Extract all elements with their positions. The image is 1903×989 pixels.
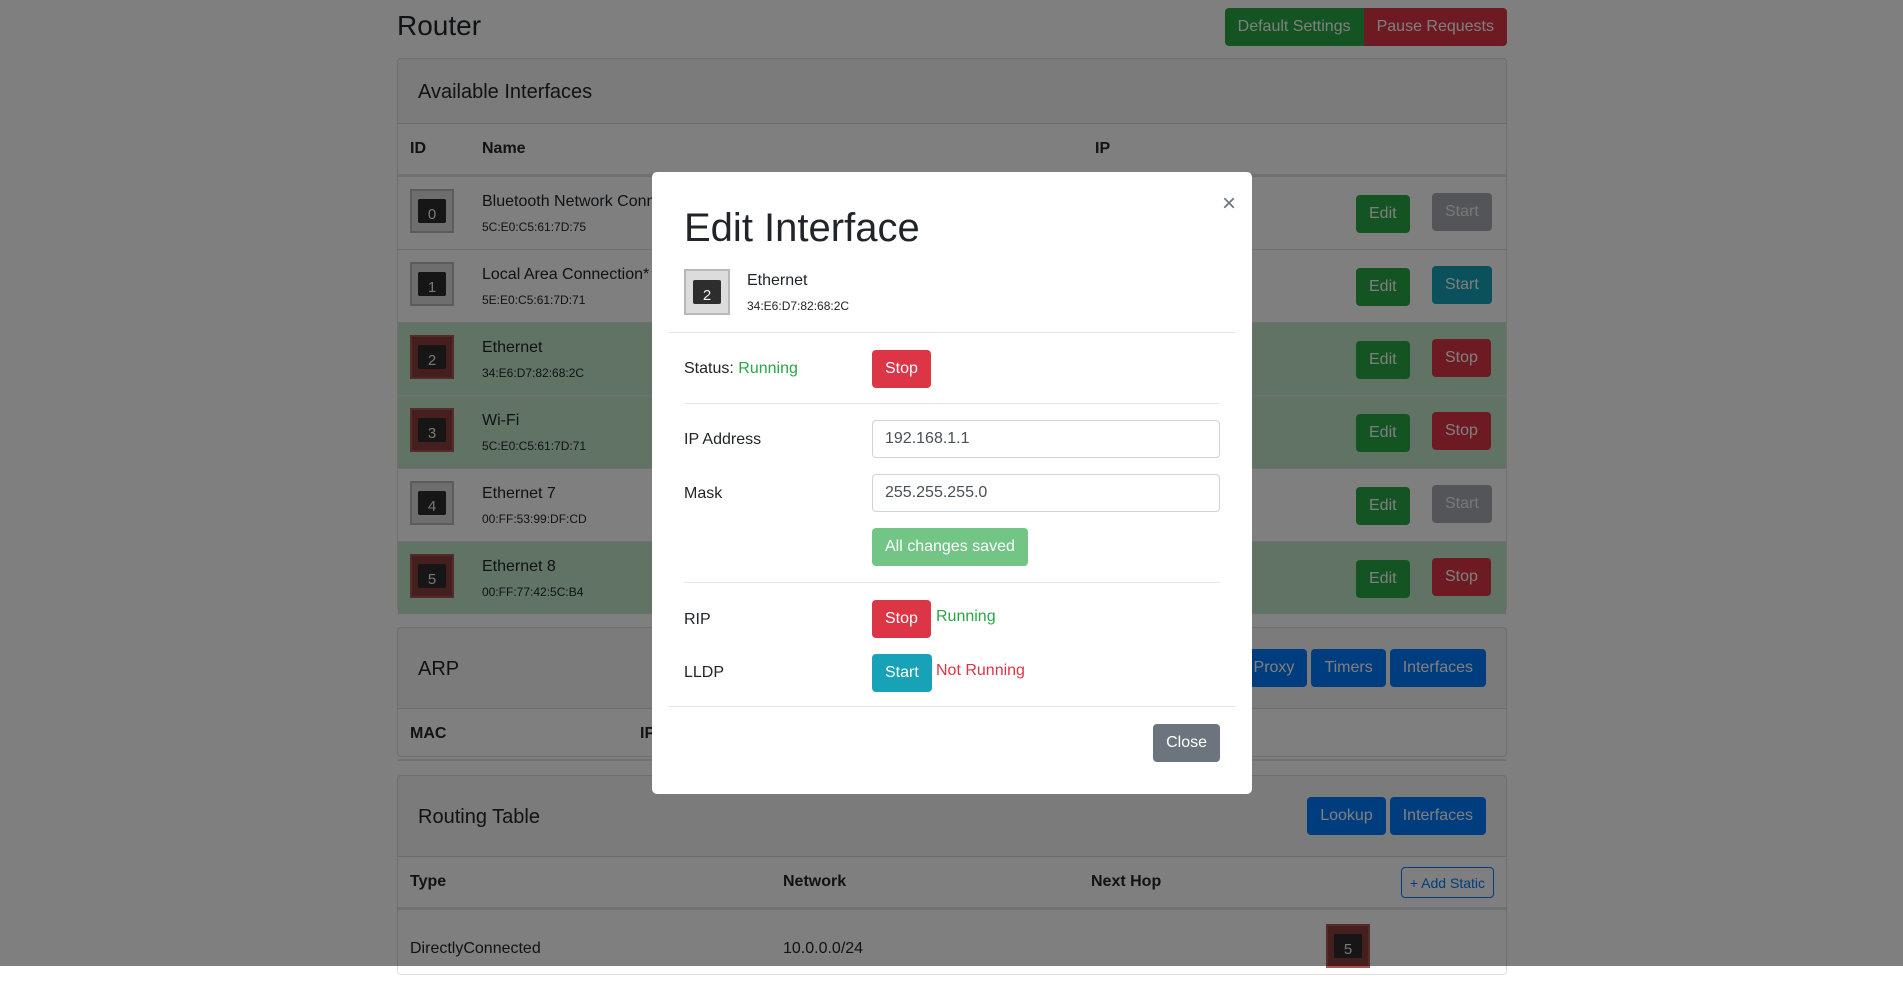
close-button[interactable]: Close bbox=[1153, 724, 1220, 762]
ip-address-input[interactable] bbox=[872, 420, 1220, 458]
all-changes-saved-button[interactable]: All changes saved bbox=[872, 528, 1028, 566]
edit-interface-modal: Edit Interface × 2 Ethernet 34:E6:D7:82:… bbox=[652, 172, 1252, 794]
mask-input[interactable] bbox=[872, 474, 1220, 512]
divider bbox=[684, 403, 1220, 404]
modal-interface-mac: 34:E6:D7:82:68:2C bbox=[747, 299, 850, 313]
divider bbox=[668, 706, 1236, 707]
mask-label: Mask bbox=[684, 485, 723, 502]
lldp-label: LLDP bbox=[684, 664, 725, 681]
ip-address-label: IP Address bbox=[684, 431, 762, 448]
rip-stop-button[interactable]: Stop bbox=[872, 600, 931, 638]
modal-title: Edit Interface bbox=[684, 206, 920, 250]
lldp-start-button[interactable]: Start bbox=[872, 654, 932, 692]
status-value: Running bbox=[738, 360, 798, 377]
divider bbox=[684, 582, 1220, 583]
status-label-group: Status: Running bbox=[684, 360, 798, 378]
status-label: Status: bbox=[684, 360, 734, 377]
modal-interface-name: Ethernet bbox=[747, 272, 808, 289]
close-icon[interactable]: × bbox=[1222, 190, 1236, 218]
status-stop-button[interactable]: Stop bbox=[872, 350, 931, 388]
rip-label: RIP bbox=[684, 611, 711, 628]
network-port-icon: 2 bbox=[684, 269, 730, 315]
rip-state: Running bbox=[936, 608, 996, 625]
divider bbox=[668, 332, 1236, 333]
lldp-state: Not Running bbox=[936, 662, 1025, 679]
